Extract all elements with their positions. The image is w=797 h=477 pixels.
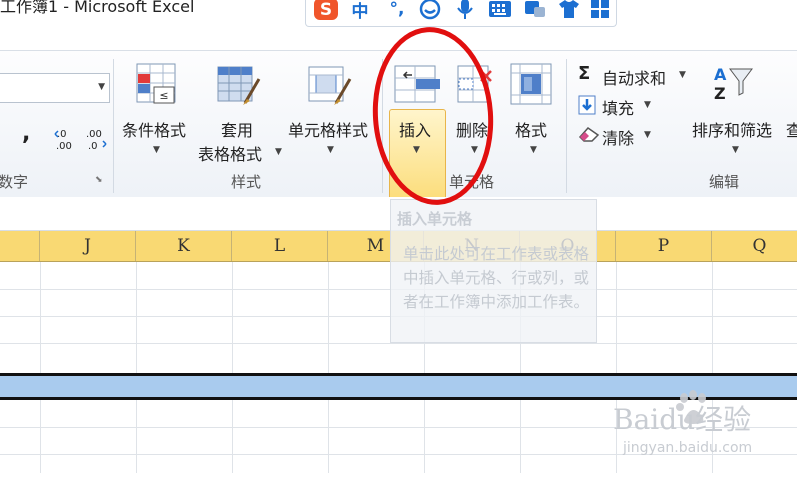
cell-styles-icon — [308, 63, 352, 105]
grid-line — [232, 262, 233, 473]
column-header[interactable] — [0, 231, 40, 261]
shirt-icon[interactable] — [556, 0, 582, 22]
column-header-j[interactable]: J — [40, 231, 136, 261]
sort-filter-icon: AZ — [712, 63, 753, 103]
svg-text:≤: ≤ — [159, 89, 168, 102]
table-format-label-line2[interactable]: 表格格式 — [198, 141, 262, 165]
chevron-down-icon: ▼ — [153, 145, 160, 155]
chevron-down-icon: ▼ — [644, 100, 651, 110]
grid-apps-icon[interactable] — [588, 0, 612, 22]
eraser-icon — [578, 125, 600, 147]
chevron-down-icon: ▼ — [530, 145, 537, 155]
skin-icon[interactable] — [522, 0, 548, 22]
format-cells-icon — [510, 63, 552, 105]
keyboard-icon[interactable] — [486, 0, 514, 22]
column-header-l[interactable]: L — [232, 231, 328, 261]
grid-line — [136, 262, 137, 473]
tooltip-title: 插入单元格 — [397, 210, 473, 228]
group-separator — [566, 59, 567, 193]
conditional-format-icon: ≤ — [136, 63, 176, 104]
svg-text:.00: .00 — [56, 141, 72, 151]
clear-label[interactable]: 清除 — [602, 125, 634, 149]
dialog-launcher-icon[interactable]: ⬊ — [95, 175, 103, 185]
number-format-dropdown[interactable]: ▼ — [0, 73, 110, 103]
increase-decimal-button[interactable]: .0.00 — [54, 127, 78, 153]
svg-text:.0: .0 — [88, 141, 98, 151]
chevron-down-icon: ▼ — [98, 82, 105, 92]
svg-text:S: S — [320, 0, 332, 20]
table-format-label-line1[interactable]: 套用 — [221, 117, 253, 141]
fill-down-icon — [578, 95, 596, 119]
grid-line — [328, 262, 329, 473]
grid-line — [0, 343, 797, 344]
svg-text:Z: Z — [714, 84, 726, 103]
insert-tooltip: 插入单元格 单击此处可在工作表或表格中插入单元格、行或列，或者在工作簿中添加工作… — [390, 199, 597, 343]
svg-text:.0: .0 — [57, 129, 67, 140]
watermark-brand: Baidu经验 — [613, 403, 752, 436]
svg-text:.00: .00 — [86, 129, 102, 140]
table-format-icon — [217, 63, 261, 105]
group-separator — [113, 59, 114, 193]
ime-toolbar: S 中 °, — [305, 0, 617, 27]
number-group-label: 数字 — [0, 173, 29, 191]
microphone-icon[interactable] — [452, 0, 478, 22]
emoji-icon[interactable] — [416, 0, 444, 22]
format-label[interactable]: 格式 — [515, 117, 547, 141]
chevron-down-icon: ▼ — [644, 130, 651, 140]
column-header-p[interactable]: P — [616, 231, 712, 261]
column-header-k[interactable]: K — [136, 231, 232, 261]
sogou-logo-icon[interactable]: S — [312, 0, 340, 22]
editing-group-label: 编辑 — [709, 173, 740, 191]
window-title: 工作簿1 - Microsoft Excel — [0, 0, 195, 16]
comma-style-button[interactable]: , — [22, 121, 30, 146]
find-label[interactable]: 查 — [786, 117, 797, 141]
styles-group-label: 样式 — [231, 173, 262, 191]
tooltip-body: 单击此处可在工作表或表格中插入单元格、行或列，或者在工作簿中添加工作表。 — [403, 245, 590, 311]
chevron-down-icon: ▼ — [679, 70, 686, 80]
column-header-q[interactable]: Q — [712, 231, 797, 261]
decrease-decimal-button[interactable]: .00.0 — [84, 127, 108, 155]
punctuation-icon[interactable]: °, — [384, 0, 410, 22]
chevron-down-icon: ▼ — [275, 147, 282, 157]
chevron-down-icon: ▼ — [732, 145, 739, 155]
svg-text:A: A — [714, 65, 727, 84]
cell-styles-label[interactable]: 单元格样式 — [288, 117, 368, 141]
sigma-icon: Σ — [578, 63, 591, 84]
grid-line — [40, 262, 41, 473]
baidu-watermark: Baidu经验 jingyan.baidu.com — [613, 388, 797, 473]
conditional-format-label[interactable]: 条件格式 — [122, 117, 186, 141]
sort-filter-label[interactable]: 排序和筛选 — [692, 117, 772, 141]
ime-mode-toggle[interactable]: 中 — [346, 0, 374, 22]
chevron-down-icon: ▼ — [327, 145, 334, 155]
autosum-label[interactable]: 自动求和 — [602, 65, 666, 89]
fill-label[interactable]: 填充 — [602, 95, 634, 119]
watermark-url: jingyan.baidu.com — [623, 440, 753, 456]
